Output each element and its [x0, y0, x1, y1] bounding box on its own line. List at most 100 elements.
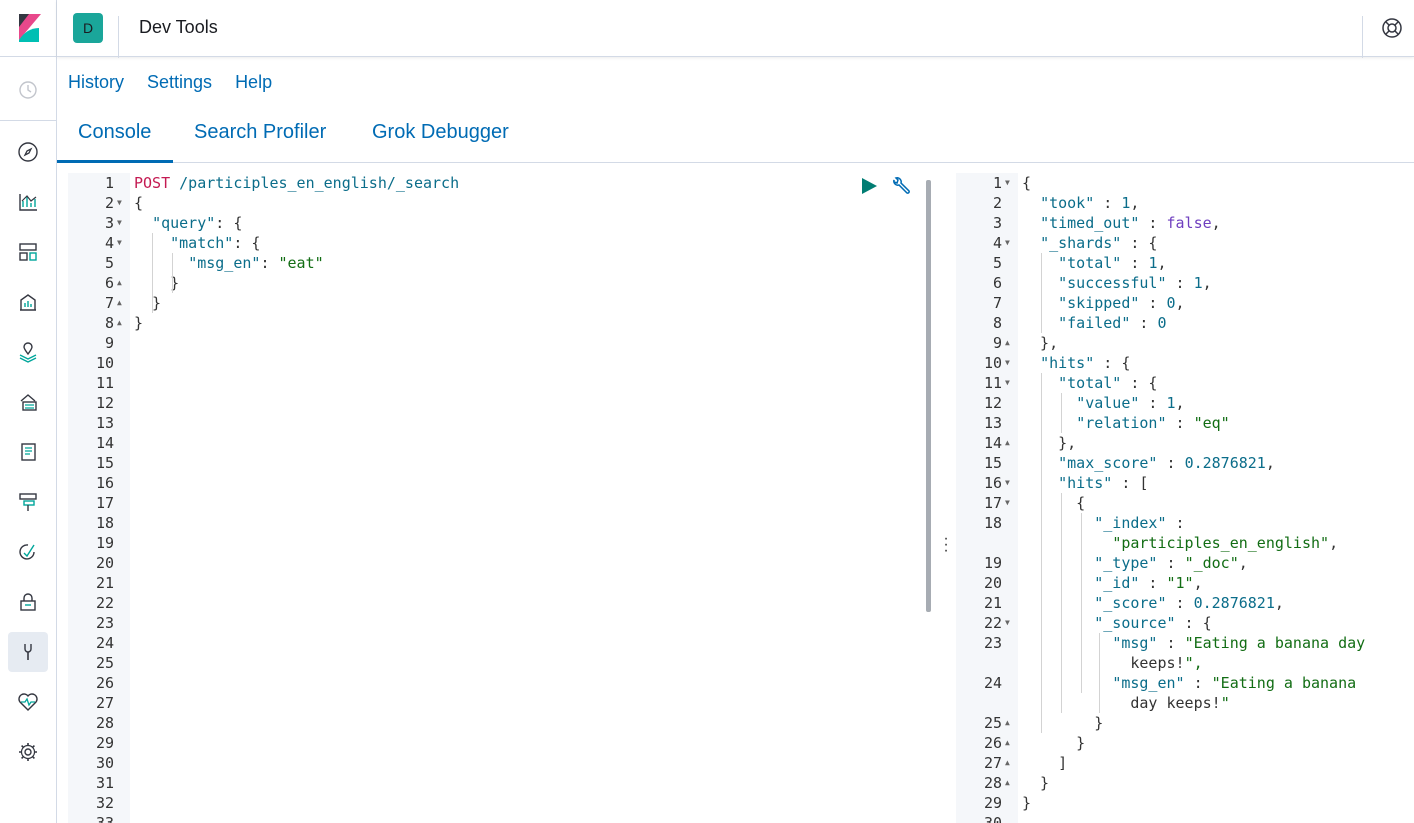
- line-number: 12: [95, 394, 114, 412]
- logs-icon[interactable]: [14, 438, 42, 466]
- fold-collapse-icon[interactable]: ▼: [1005, 373, 1010, 393]
- line-number: 20: [95, 554, 114, 572]
- uptime-icon[interactable]: [14, 538, 42, 566]
- response-line: }: [1022, 794, 1032, 812]
- space-avatar[interactable]: D: [73, 13, 103, 43]
- line-number: 11: [983, 374, 1002, 392]
- code-line: POST /participles_en_english/_search: [134, 174, 460, 192]
- request-code[interactable]: POST /participles_en_english/_search { "q…: [130, 173, 938, 823]
- help-link[interactable]: Help: [235, 72, 272, 93]
- line-number: 32: [95, 794, 114, 812]
- response-line: "took" : 1,: [1040, 194, 1140, 212]
- fold-collapse-icon[interactable]: ▼: [1005, 613, 1010, 633]
- line-number: 20: [983, 574, 1002, 592]
- line-number: 6: [104, 274, 114, 292]
- maps-icon[interactable]: [14, 338, 42, 366]
- line-number: 4: [104, 234, 114, 252]
- line-number: 3: [992, 214, 1002, 232]
- line-number: 29: [983, 794, 1002, 812]
- page-title: Dev Tools: [139, 17, 218, 37]
- line-number: 9: [992, 334, 1002, 352]
- indent-guide: [152, 233, 153, 313]
- line-number: 15: [983, 454, 1002, 472]
- monitoring-icon[interactable]: [14, 688, 42, 716]
- line-number: 16: [95, 474, 114, 492]
- code-line: }: [134, 294, 162, 312]
- response-code: { "took" : 1, "timed_out" : false, "_sha…: [1018, 173, 1414, 823]
- fold-collapse-icon[interactable]: ▼: [1005, 353, 1010, 373]
- fold-collapse-icon[interactable]: ▼: [1005, 173, 1010, 193]
- tab-grok-debugger[interactable]: Grok Debugger: [372, 121, 509, 144]
- fold-expand-icon[interactable]: ▲: [117, 313, 122, 333]
- dashboard-icon[interactable]: [14, 238, 42, 266]
- response-line: "_source" : {: [1094, 614, 1212, 632]
- pane-resizer-handle[interactable]: · · ·: [942, 531, 950, 559]
- line-number: 23: [983, 634, 1002, 652]
- response-line: }: [1022, 734, 1086, 752]
- request-scrollbar[interactable]: [926, 180, 931, 612]
- response-line: keeps!",: [1022, 654, 1203, 672]
- discover-icon[interactable]: [14, 138, 42, 166]
- line-number: 3: [104, 214, 114, 232]
- indent-guide: [1061, 493, 1062, 713]
- line-number: 17: [95, 494, 114, 512]
- header-bar: D Dev Tools: [57, 0, 1414, 58]
- line-number: 5: [992, 254, 1002, 272]
- line-number: 25: [983, 714, 1002, 732]
- recently-viewed-icon[interactable]: [14, 76, 42, 104]
- line-number: 27: [983, 754, 1002, 772]
- fold-expand-icon[interactable]: ▲: [1005, 773, 1010, 793]
- tab-console[interactable]: Console: [78, 121, 151, 144]
- code-line: "msg_en": "eat": [188, 254, 324, 272]
- kibana-logo[interactable]: [0, 0, 57, 56]
- fold-expand-icon[interactable]: ▲: [1005, 333, 1010, 353]
- infrastructure-icon[interactable]: [14, 388, 42, 416]
- fold-expand-icon[interactable]: ▲: [1005, 433, 1010, 453]
- response-line: "skipped" : 0,: [1058, 294, 1185, 312]
- response-line: },: [1022, 334, 1059, 352]
- run-request-icon[interactable]: [860, 177, 878, 195]
- apm-icon[interactable]: [14, 488, 42, 516]
- visualize-icon[interactable]: [14, 188, 42, 216]
- left-nav: [0, 0, 57, 823]
- fold-collapse-icon[interactable]: ▼: [117, 213, 122, 233]
- management-icon[interactable]: [14, 738, 42, 766]
- fold-expand-icon[interactable]: ▲: [1005, 713, 1010, 733]
- dev-tools-icon[interactable]: [8, 632, 48, 672]
- fold-collapse-icon[interactable]: ▼: [1005, 233, 1010, 253]
- indent-guide: [172, 253, 173, 293]
- wrench-icon[interactable]: [891, 177, 913, 197]
- request-editor[interactable]: 1 2 ▼ 3 ▼ 4 ▼ 5 6 ▲ 7 ▲ 8 ▲ 9 10 11 12 13 14 15 16 17 18 19 20 21 2…: [68, 173, 938, 823]
- line-number: 18: [95, 514, 114, 532]
- active-tab-indicator: [57, 160, 173, 163]
- response-line: "_id" : "1",: [1094, 574, 1203, 592]
- fold-expand-icon[interactable]: ▲: [117, 293, 122, 313]
- fold-expand-icon[interactable]: ▲: [1005, 753, 1010, 773]
- fold-collapse-icon[interactable]: ▼: [117, 233, 122, 253]
- tab-search-profiler[interactable]: Search Profiler: [194, 121, 326, 144]
- line-number: 15: [95, 454, 114, 472]
- siem-icon[interactable]: [14, 588, 42, 616]
- fold-expand-icon[interactable]: ▲: [117, 273, 122, 293]
- line-number: 22: [983, 614, 1002, 632]
- response-line: day keeps!": [1022, 694, 1230, 712]
- history-link[interactable]: History: [68, 72, 124, 93]
- line-number: 2: [104, 194, 114, 212]
- line-number: 29: [95, 734, 114, 752]
- line-number: 30: [983, 814, 1002, 823]
- response-line: ]: [1022, 754, 1068, 772]
- response-viewer: 1 ▼ 2 3 4 ▼ 5 6 7 8 9 ▲ 10 ▼ 11 ▼ 12 13 14 ▲ 15 16 ▼ 17 ▼ 18 19 20 2…: [956, 173, 1414, 823]
- settings-link[interactable]: Settings: [147, 72, 212, 93]
- fold-collapse-icon[interactable]: ▼: [1005, 493, 1010, 513]
- response-line: "_shards" : {: [1040, 234, 1158, 252]
- code-line: {: [134, 194, 144, 212]
- canvas-icon[interactable]: [14, 288, 42, 316]
- fold-collapse-icon[interactable]: ▼: [1005, 473, 1010, 493]
- help-icon[interactable]: [1380, 16, 1404, 40]
- response-line: "relation" : "eq": [1076, 414, 1230, 432]
- fold-expand-icon[interactable]: ▲: [1005, 733, 1010, 753]
- indent-guide: [1041, 373, 1042, 733]
- fold-collapse-icon[interactable]: ▼: [117, 193, 122, 213]
- response-line: {: [1022, 494, 1086, 512]
- line-number: 14: [983, 434, 1002, 452]
